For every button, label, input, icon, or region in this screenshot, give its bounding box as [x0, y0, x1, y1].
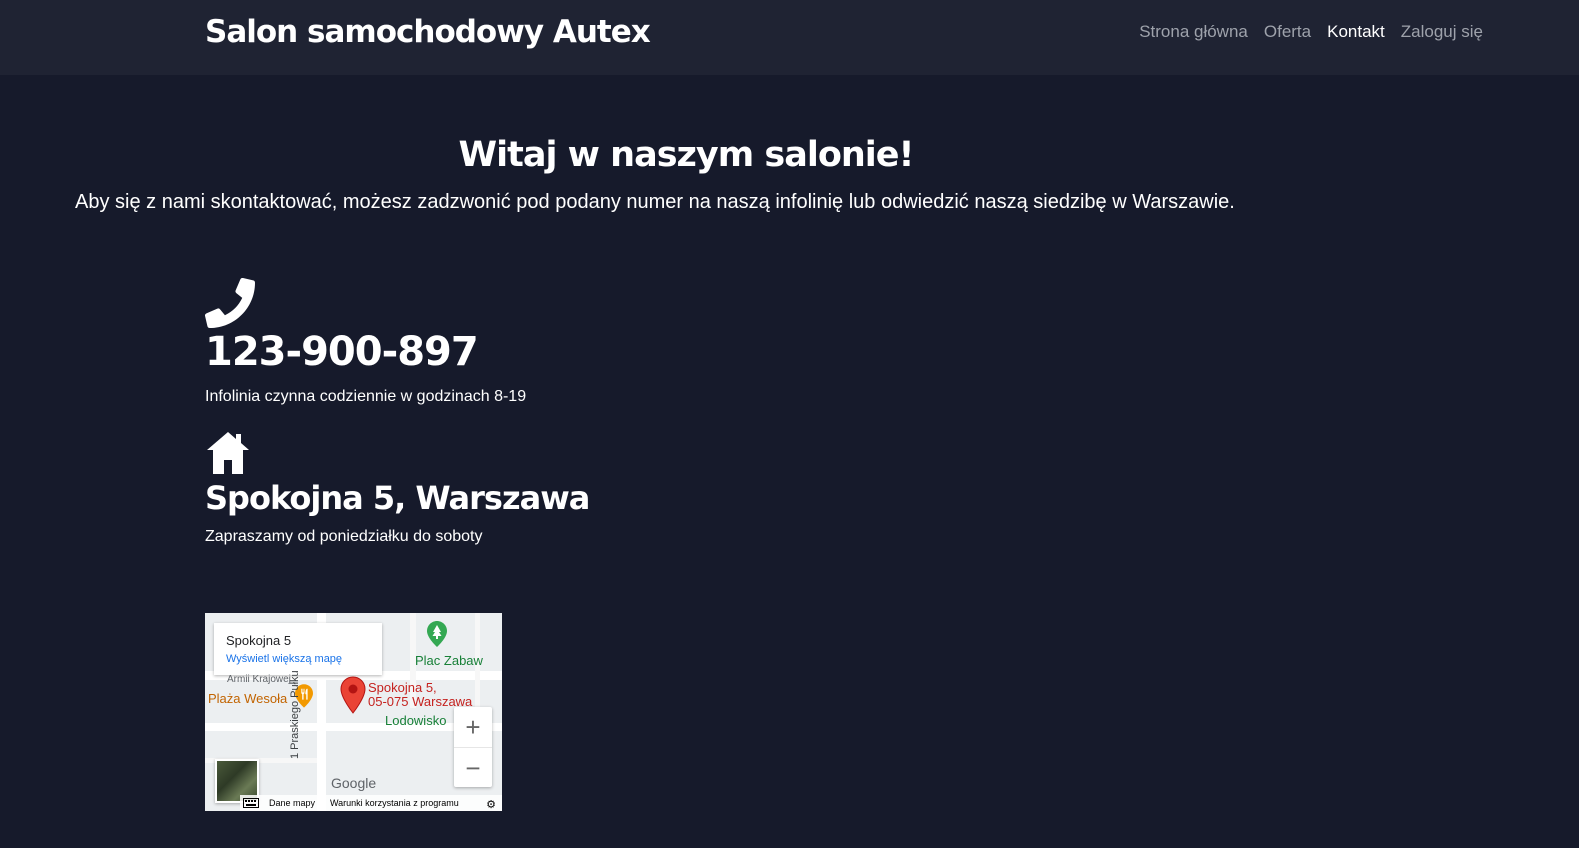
phone-hours-note: Infolinia czynna codziennie w godzinach … — [205, 388, 527, 405]
page-subtitle: Aby się z nami skontaktować, możesz zadz… — [75, 191, 1235, 213]
poi-lodowisko[interactable]: Lodowisko — [385, 713, 446, 728]
map-data-link[interactable]: Dane mapy — [269, 798, 315, 808]
pin-label: Spokojna 5, 05-075 Warszawa — [368, 681, 472, 709]
nav-link-contact[interactable]: Kontakt — [1327, 22, 1385, 42]
navbar: Salon samochodowy Autex Strona główna Of… — [0, 0, 1579, 75]
nav-link-home[interactable]: Strona główna — [1139, 22, 1248, 42]
nav-link-login[interactable]: Zaloguj się — [1401, 22, 1483, 42]
pin-label-line1: Spokojna 5, — [368, 680, 437, 695]
larger-map-link[interactable]: Wyświetl większą mapę — [226, 653, 342, 665]
opening-days-note: Zapraszamy od poniedziałku do soboty — [205, 528, 483, 545]
zoom-in-button[interactable]: + — [454, 707, 492, 747]
main-nav: Strona główna Oferta Kontakt Zaloguj się — [1139, 22, 1483, 42]
map-info-card: Spokojna 5 Wyświetl większą mapę — [214, 623, 382, 675]
phone-number: 123-900-897 — [205, 329, 479, 375]
poi-plaza-wesola[interactable]: Plaża Wesoła — [208, 691, 287, 706]
brand-title[interactable]: Salon samochodowy Autex — [205, 14, 651, 50]
street-label-armii: Armii Krajowej — [227, 674, 291, 685]
street-label-praskiego: 1 Praskiego Pułku — [289, 670, 301, 759]
google-logo: Google — [331, 775, 377, 791]
zoom-controls: + − — [454, 707, 492, 787]
zoom-out-button[interactable]: − — [454, 747, 492, 788]
map-attribution: Dane mapy Warunki korzystania z programu… — [240, 795, 502, 811]
page-title: Witaj w naszym salonie! — [458, 135, 915, 175]
address: Spokojna 5, Warszawa — [205, 479, 590, 517]
gear-icon[interactable]: ⚙ — [486, 798, 496, 811]
map-card-title: Spokojna 5 — [226, 633, 292, 648]
location-pin-icon — [340, 676, 366, 719]
terms-link[interactable]: Warunki korzystania z programu — [330, 798, 459, 808]
park-icon — [427, 621, 447, 652]
poi-plac-zabaw[interactable]: Plac Zabaw — [415, 653, 483, 668]
home-icon — [205, 430, 251, 478]
phone-icon — [205, 278, 255, 332]
embedded-map[interactable]: Spokojna 5 Wyświetl większą mapę Plac Za… — [205, 613, 502, 811]
nav-link-offer[interactable]: Oferta — [1264, 22, 1311, 42]
keyboard-icon[interactable] — [243, 798, 259, 810]
